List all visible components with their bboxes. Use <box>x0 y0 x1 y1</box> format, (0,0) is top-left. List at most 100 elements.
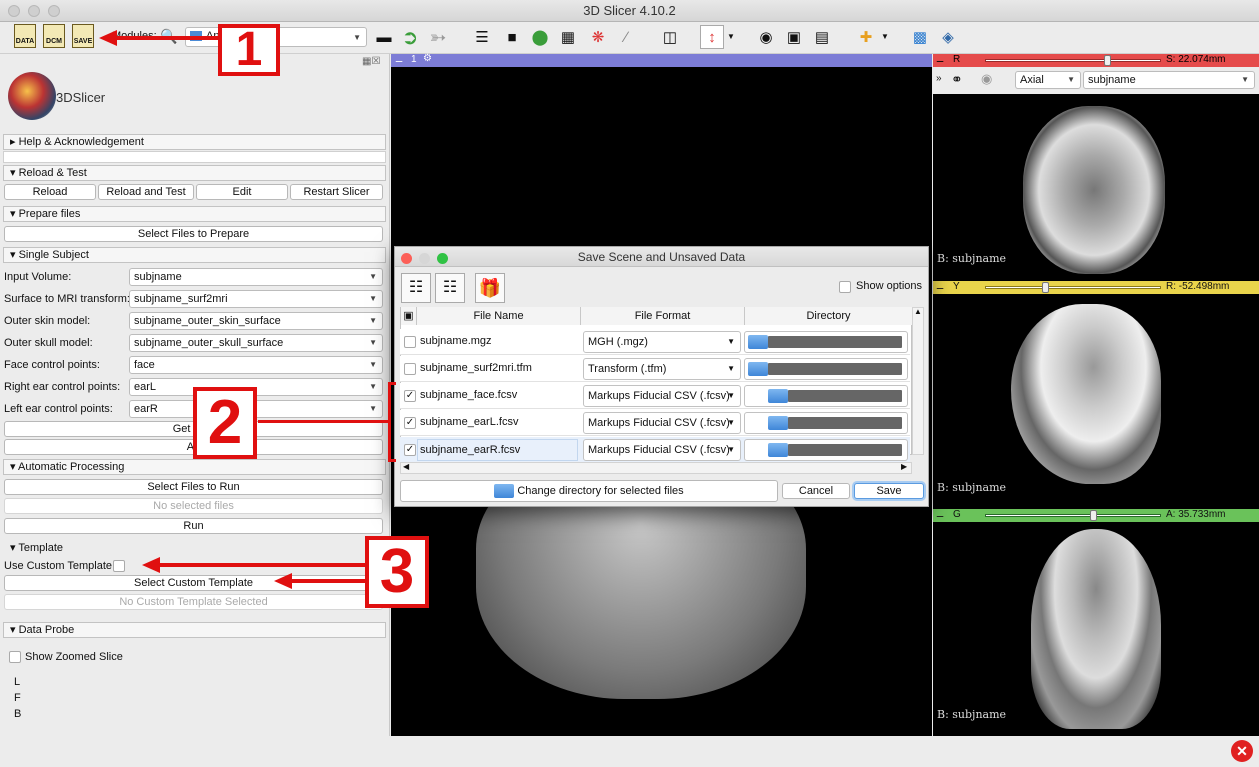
file-name-cell[interactable]: subjname_earL.fcsv <box>420 416 518 428</box>
file-name-cell[interactable]: subjname_surf2mri.tfm <box>420 362 532 374</box>
pin-icon[interactable]: ⚊ <box>936 509 944 520</box>
row-checkbox[interactable]: ✓ <box>404 417 416 429</box>
file-format-selector[interactable]: Markups Fiducial CSV (.fcsv) ▼ <box>583 385 741 407</box>
file-format-selector[interactable]: Markups Fiducial CSV (.fcsv) ▼ <box>583 439 741 461</box>
row-checkbox[interactable]: ✓ <box>404 390 416 402</box>
volume-selector[interactable]: subjname ▼ <box>1083 71 1255 89</box>
dialog-minimize-button[interactable] <box>419 253 430 264</box>
ruler-icon[interactable]: ∕ <box>614 25 638 49</box>
red-slider-handle[interactable] <box>1104 55 1112 66</box>
cancel-button[interactable]: Cancel <box>782 483 850 499</box>
view-settings-icon[interactable]: ⚙ <box>423 53 432 64</box>
field-selector[interactable]: subjname_outer_skin_surface ▼ <box>129 312 383 330</box>
table-vertical-scrollbar[interactable]: ▲ <box>912 307 924 455</box>
select-modified-data-icon[interactable]: ☷ <box>435 273 465 303</box>
field-selector[interactable]: subjname ▼ <box>129 268 383 286</box>
error-log-icon[interactable]: ✕ <box>1231 740 1253 762</box>
dialog-zoom-button[interactable] <box>437 253 448 264</box>
screenshot-camera-icon[interactable]: ◉ <box>754 25 778 49</box>
mouse-mode-icon[interactable]: ↕ <box>700 25 724 49</box>
pin-icon[interactable]: ⚊ <box>936 281 944 292</box>
reload-button[interactable]: Reload <box>4 184 96 200</box>
directory-button[interactable] <box>744 358 908 380</box>
auto-processing-section-header[interactable]: ▾ Automatic Processing <box>3 459 386 475</box>
load-data-button[interactable]: DATA <box>14 24 36 48</box>
visibility-eye-icon[interactable]: ◉ <box>981 71 992 87</box>
red-offset-slider[interactable] <box>985 55 1161 66</box>
table-row[interactable]: subjname.mgz MGH (.mgz) ▼ <box>400 329 910 355</box>
models-icon[interactable]: ⬤ <box>528 25 552 49</box>
select-scene-data-icon[interactable]: ☷ <box>401 273 431 303</box>
table-horizontal-scrollbar[interactable]: ◀ ▶ <box>400 462 912 474</box>
select-custom-template-button[interactable]: Select Custom Template <box>4 575 383 591</box>
template-section-header[interactable]: ▾ Template <box>4 540 387 556</box>
directory-button[interactable] <box>744 412 908 434</box>
table-row[interactable]: ✓ subjname_earR.fcsv Markups Fiducial CSV … <box>400 437 910 463</box>
link-icon[interactable]: ⚭ <box>951 71 963 88</box>
row-checkbox[interactable] <box>404 363 416 375</box>
select-all-checkbox[interactable]: ▣ <box>401 307 417 325</box>
forward-arrow-icon[interactable]: ➳ <box>426 25 450 49</box>
field-selector[interactable]: subjname_outer_skull_surface ▼ <box>129 334 383 352</box>
reload-section-header[interactable]: ▾ Reload & Test <box>3 165 386 181</box>
yellow-slider-handle[interactable] <box>1041 282 1049 293</box>
save-button[interactable]: Save <box>854 483 924 499</box>
directory-button[interactable] <box>744 439 908 461</box>
table-row[interactable]: ✓ subjname_face.fcsv Markups Fiducial CSV … <box>400 383 910 409</box>
window-zoom-button[interactable] <box>48 5 60 17</box>
dicom-button[interactable]: DCM <box>43 24 65 48</box>
table-row[interactable]: subjname_surf2mri.tfm Transform (.tfm) ▼ <box>400 356 910 382</box>
back-arrow-icon[interactable]: ➲ <box>398 25 422 49</box>
file-name-cell[interactable]: subjname.mgz <box>420 335 492 347</box>
field-selector[interactable]: face ▼ <box>129 356 383 374</box>
edit-button[interactable]: Edit <box>196 184 288 200</box>
window-close-button[interactable] <box>8 5 20 17</box>
single-subject-section-header[interactable]: ▾ Single Subject <box>3 247 386 263</box>
python-console-icon[interactable]: ◈ <box>936 25 960 49</box>
layout-icon[interactable]: ▬ <box>372 25 396 49</box>
directory-button[interactable] <box>744 331 908 353</box>
chevron-down-icon[interactable]: ▼ <box>727 32 735 41</box>
scroll-up-icon[interactable]: ▲ <box>914 307 922 316</box>
directory-button[interactable] <box>744 385 908 407</box>
prepare-section-header[interactable]: ▾ Prepare files <box>3 206 386 222</box>
scroll-left-icon[interactable]: ◀ <box>403 462 409 471</box>
select-files-to-prepare-button[interactable]: Select Files to Prepare <box>4 226 383 242</box>
green-slider-handle[interactable] <box>1090 510 1098 521</box>
help-section-header[interactable]: ▸ Help & Acknowledgement <box>3 134 386 150</box>
chevron-down-icon[interactable]: ▼ <box>881 32 889 41</box>
save-data-button[interactable]: SAVE <box>72 24 94 48</box>
change-directory-button[interactable]: Change directory for selected files <box>400 480 778 502</box>
transforms-icon[interactable]: ▦ <box>556 25 580 49</box>
yellow-offset-slider[interactable] <box>985 282 1161 293</box>
data-list-icon[interactable]: ☰ <box>470 25 494 49</box>
extensions-icon[interactable]: ▩ <box>908 25 932 49</box>
pin-icon[interactable]: ⚊ <box>395 54 403 65</box>
scene-view-icon[interactable]: ▣ <box>782 25 806 49</box>
field-selector[interactable]: subjname_surf2mri ▼ <box>129 290 383 308</box>
layout-grid-icon[interactable]: ◫ <box>658 25 682 49</box>
data-bundle-gift-icon[interactable]: 🎁 <box>475 273 505 303</box>
row-checkbox[interactable]: ✓ <box>404 444 416 456</box>
table-row[interactable]: ✓ subjname_earL.fcsv Markups Fiducial CSV … <box>400 410 910 436</box>
dialog-close-button[interactable] <box>401 253 412 264</box>
reload-test-button[interactable]: Reload and Test <box>98 184 194 200</box>
scene-restore-icon[interactable]: ▤ <box>810 25 834 49</box>
file-format-column-header[interactable]: File Format <box>581 307 745 325</box>
file-format-selector[interactable]: Markups Fiducial CSV (.fcsv) ▼ <box>583 412 741 434</box>
panel-undock-icon[interactable]: ▦☒ <box>362 56 380 67</box>
volumes-cube-icon[interactable]: ■ <box>500 25 524 49</box>
file-format-selector[interactable]: MGH (.mgz) ▼ <box>583 331 741 353</box>
orientation-selector[interactable]: Axial ▼ <box>1015 71 1081 89</box>
run-button[interactable]: Run <box>4 518 383 534</box>
data-probe-section-header[interactable]: ▾ Data Probe <box>3 622 386 638</box>
use-custom-template-checkbox[interactable] <box>113 560 125 572</box>
green-offset-slider[interactable] <box>985 510 1161 521</box>
file-name-cell[interactable]: subjname_earR.fcsv <box>417 439 578 461</box>
show-options-checkbox[interactable] <box>839 281 851 293</box>
row-checkbox[interactable] <box>404 336 416 348</box>
scroll-right-icon[interactable]: ▶ <box>901 462 907 471</box>
select-files-to-run-button[interactable]: Select Files to Run <box>4 479 383 495</box>
show-zoomed-slice-checkbox[interactable] <box>9 651 21 663</box>
expand-icon[interactable]: » <box>936 73 942 84</box>
